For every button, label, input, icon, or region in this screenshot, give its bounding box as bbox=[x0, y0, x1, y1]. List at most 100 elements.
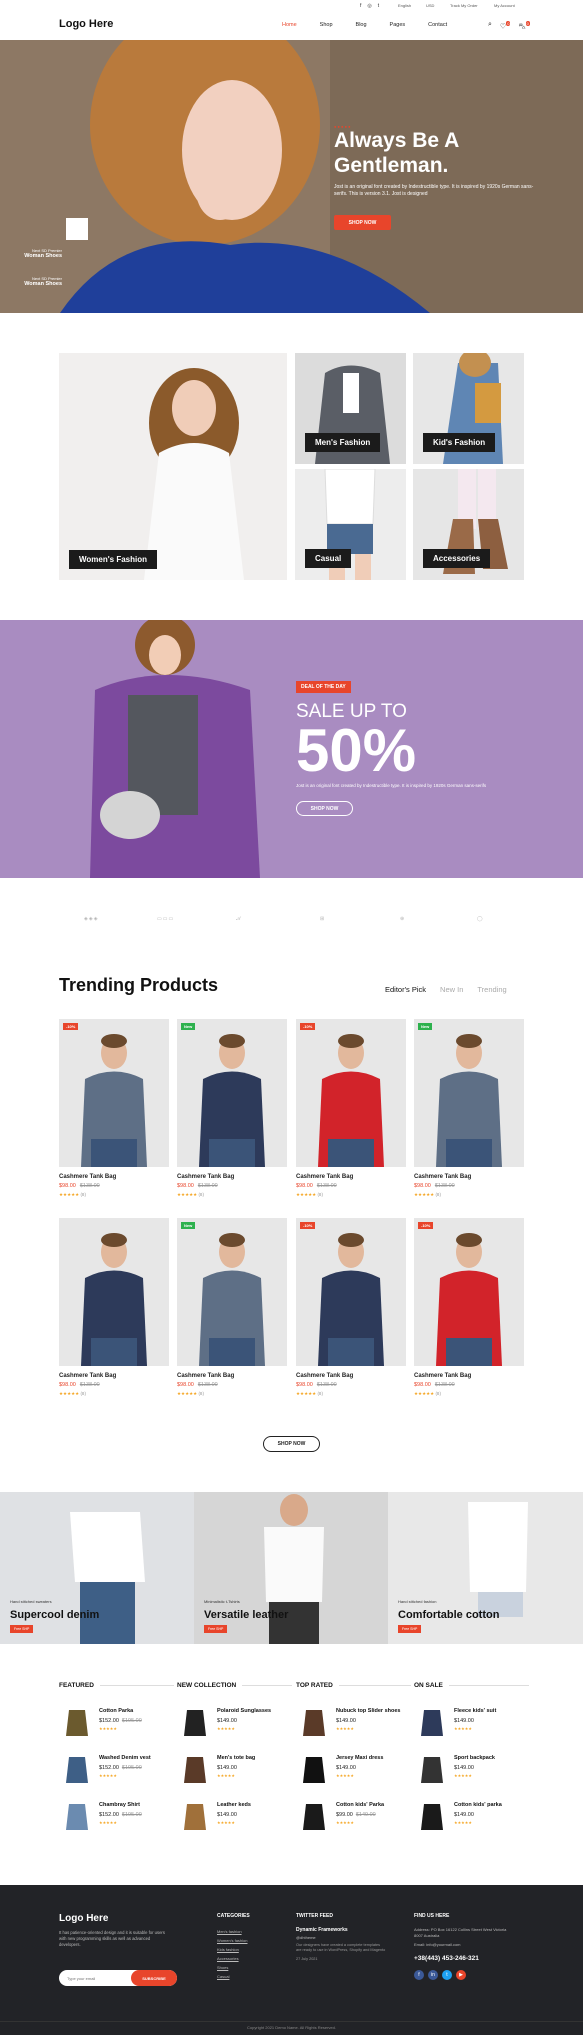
list-item-thumb[interactable] bbox=[296, 1704, 332, 1740]
product-image[interactable]: -10% bbox=[296, 1019, 406, 1167]
product-name[interactable]: Cashmere Tank Bag bbox=[177, 1373, 287, 1379]
nav-home[interactable]: Home bbox=[282, 22, 297, 28]
promo-banner[interactable]: Minimalistic t-Tshirts Versatile leather… bbox=[194, 1492, 388, 1644]
product-image[interactable]: -10% bbox=[296, 1218, 406, 1366]
youtube-icon[interactable]: ▶ bbox=[456, 1970, 466, 1980]
newsletter-email-input[interactable] bbox=[67, 1974, 127, 1982]
list-item-name[interactable]: Washed Denim vest bbox=[99, 1755, 151, 1761]
list-item-thumb[interactable] bbox=[177, 1798, 213, 1834]
nav-shop[interactable]: Shop bbox=[320, 22, 333, 28]
list-item[interactable]: Cotton kids' Parka $99.00 $149.00 ★★★★★ bbox=[296, 1798, 411, 1838]
tab-new-in[interactable]: New In bbox=[440, 985, 463, 994]
nav-blog[interactable]: Blog bbox=[356, 22, 367, 28]
footer-phone[interactable]: +38(443) 453-246-321 bbox=[414, 1955, 514, 1962]
list-item-name[interactable]: Leather keds bbox=[217, 1802, 251, 1808]
product-card[interactable]: New Cashmere Tank Bag $98.00 $138.00 ★★★★★ (… bbox=[414, 1019, 524, 1198]
list-item-thumb[interactable] bbox=[296, 1751, 332, 1787]
list-item-name[interactable]: Fleece kids' suit bbox=[454, 1708, 496, 1714]
banner-button[interactable]: Free SHP bbox=[204, 1625, 228, 1633]
product-image[interactable] bbox=[59, 1218, 169, 1366]
facebook-icon[interactable]: f bbox=[414, 1970, 424, 1980]
footer-link[interactable]: Women's fashion bbox=[217, 1936, 247, 1945]
product-card[interactable]: New Cashmere Tank Bag $98.00 $138.00 ★★★★★ (… bbox=[177, 1019, 287, 1198]
list-item-name[interactable]: Nubuck top Slider shoes bbox=[336, 1708, 400, 1714]
list-item-name[interactable]: Sport backpack bbox=[454, 1755, 495, 1761]
category-men[interactable]: Men's Fashion bbox=[295, 353, 406, 464]
hero-side-item[interactable]: Next SD Premier Woman Shoes bbox=[20, 276, 62, 287]
track-order-link[interactable]: Track My Order bbox=[450, 3, 478, 8]
brand-logo[interactable]: ◈◈◈ bbox=[84, 916, 99, 922]
trending-shop-button[interactable]: SHOP NOW bbox=[263, 1436, 320, 1452]
list-item-thumb[interactable] bbox=[59, 1751, 95, 1787]
list-item[interactable]: Sport backpack $149.00 ★★★★★ bbox=[414, 1751, 529, 1791]
footer-link[interactable]: Men's fashion bbox=[217, 1927, 247, 1936]
list-item[interactable]: Washed Denim vest $152.00 $195.00 ★★★★★ bbox=[59, 1751, 174, 1791]
promo-banner[interactable]: Hand stitched fashion Comfortable cotton… bbox=[388, 1492, 583, 1644]
subscribe-button[interactable]: SUBSCRIBE bbox=[131, 1970, 177, 1986]
product-name[interactable]: Cashmere Tank Bag bbox=[59, 1373, 169, 1379]
linkedin-icon[interactable]: in bbox=[428, 1970, 438, 1980]
brand-logo[interactable]: ⊕ bbox=[400, 916, 405, 922]
list-item-name[interactable]: Cotton kids' parka bbox=[454, 1802, 502, 1808]
list-item[interactable]: Polaroid Sunglasses $149.00 ★★★★★ bbox=[177, 1704, 292, 1744]
nav-contact[interactable]: Contact bbox=[428, 22, 447, 28]
product-name[interactable]: Cashmere Tank Bag bbox=[296, 1373, 406, 1379]
banner-button[interactable]: Free SHP bbox=[10, 1625, 34, 1633]
search-icon[interactable]: ⌕ bbox=[488, 21, 492, 31]
footer-link[interactable]: Shoes bbox=[217, 1963, 247, 1972]
product-card[interactable]: -10% Cashmere Tank Bag $98.00 $138.00 ★★★★★ … bbox=[414, 1218, 524, 1397]
product-name[interactable]: Cashmere Tank Bag bbox=[59, 1174, 169, 1180]
my-account-link[interactable]: My Account bbox=[494, 3, 515, 8]
list-item-thumb[interactable] bbox=[414, 1751, 450, 1787]
brand-logo[interactable]: ◯ bbox=[477, 916, 484, 922]
logo[interactable]: Logo Here bbox=[59, 18, 113, 30]
category-kids[interactable]: Kid's Fashion bbox=[413, 353, 524, 464]
brand-logo[interactable]: 𝒜 bbox=[236, 916, 242, 922]
list-item-name[interactable]: Polaroid Sunglasses bbox=[217, 1708, 271, 1714]
product-card[interactable]: -10% Cashmere Tank Bag $98.00 $138.00 ★★★★★ … bbox=[296, 1019, 406, 1198]
list-item-thumb[interactable] bbox=[414, 1704, 450, 1740]
list-item-thumb[interactable] bbox=[177, 1704, 213, 1740]
product-name[interactable]: Cashmere Tank Bag bbox=[177, 1174, 287, 1180]
product-name[interactable]: Cashmere Tank Bag bbox=[414, 1373, 524, 1379]
product-name[interactable]: Cashmere Tank Bag bbox=[296, 1174, 406, 1180]
product-image[interactable]: -10% bbox=[414, 1218, 524, 1366]
promo-banner[interactable]: Hand stitched sweaters Supercool denim F… bbox=[0, 1492, 194, 1644]
category-casual[interactable]: Casual bbox=[295, 469, 406, 580]
product-card[interactable]: Cashmere Tank Bag $98.00 $138.00 ★★★★★ (8) bbox=[59, 1218, 169, 1397]
deal-shop-button[interactable]: SHOP NOW bbox=[296, 801, 353, 816]
tab-editors-pick[interactable]: Editor's Pick bbox=[385, 985, 426, 994]
hero-shop-button[interactable]: SHOP NOW bbox=[334, 215, 391, 230]
list-item[interactable]: Men's tote bag $149.00 ★★★★★ bbox=[177, 1751, 292, 1791]
list-item-thumb[interactable] bbox=[177, 1751, 213, 1787]
list-item[interactable]: Chambray Shirt $152.00 $195.00 ★★★★★ bbox=[59, 1798, 174, 1838]
list-item-name[interactable]: Cotton Parka bbox=[99, 1708, 133, 1714]
currency-select[interactable]: USD bbox=[426, 3, 434, 8]
list-item-thumb[interactable] bbox=[59, 1704, 95, 1740]
product-card[interactable]: -10% Cashmere Tank Bag $98.00 $138.00 ★★★★★ … bbox=[59, 1019, 169, 1198]
cart-icon[interactable]: ⛍0 bbox=[518, 21, 530, 31]
list-item[interactable]: Leather keds $149.00 ★★★★★ bbox=[177, 1798, 292, 1838]
footer-logo[interactable]: Logo Here bbox=[59, 1913, 108, 1924]
language-select[interactable]: English bbox=[398, 3, 411, 8]
twitter-icon[interactable]: t bbox=[442, 1970, 452, 1980]
hero-side-item[interactable]: Next SD Premier Woman Shoes bbox=[20, 248, 62, 259]
list-item-thumb[interactable] bbox=[296, 1798, 332, 1834]
list-item-thumb[interactable] bbox=[414, 1798, 450, 1834]
category-accessories[interactable]: Accessories bbox=[413, 469, 524, 580]
nav-pages[interactable]: Pages bbox=[390, 22, 406, 28]
product-image[interactable]: New bbox=[177, 1218, 287, 1366]
list-item[interactable]: Nubuck top Slider shoes $149.00 ★★★★★ bbox=[296, 1704, 411, 1744]
product-card[interactable]: -10% Cashmere Tank Bag $98.00 $138.00 ★★★★★ … bbox=[296, 1218, 406, 1397]
list-item-name[interactable]: Chambray Shirt bbox=[99, 1802, 140, 1808]
wishlist-icon[interactable]: ♡0 bbox=[500, 21, 511, 31]
list-item[interactable]: Cotton Parka $152.00 $195.00 ★★★★★ bbox=[59, 1704, 174, 1744]
tab-trending[interactable]: Trending bbox=[477, 985, 506, 994]
list-item[interactable]: Cotton kids' parka $149.00 ★★★★★ bbox=[414, 1798, 529, 1838]
product-card[interactable]: New Cashmere Tank Bag $98.00 $138.00 ★★★★★ (… bbox=[177, 1218, 287, 1397]
brand-logo[interactable]: ⊞ bbox=[320, 916, 325, 922]
brand-logo[interactable]: ▭▭▭ bbox=[157, 916, 174, 922]
product-image[interactable]: New bbox=[177, 1019, 287, 1167]
category-women[interactable]: Women's Fashion bbox=[59, 353, 287, 580]
list-item[interactable]: Fleece kids' suit $149.00 ★★★★★ bbox=[414, 1704, 529, 1744]
